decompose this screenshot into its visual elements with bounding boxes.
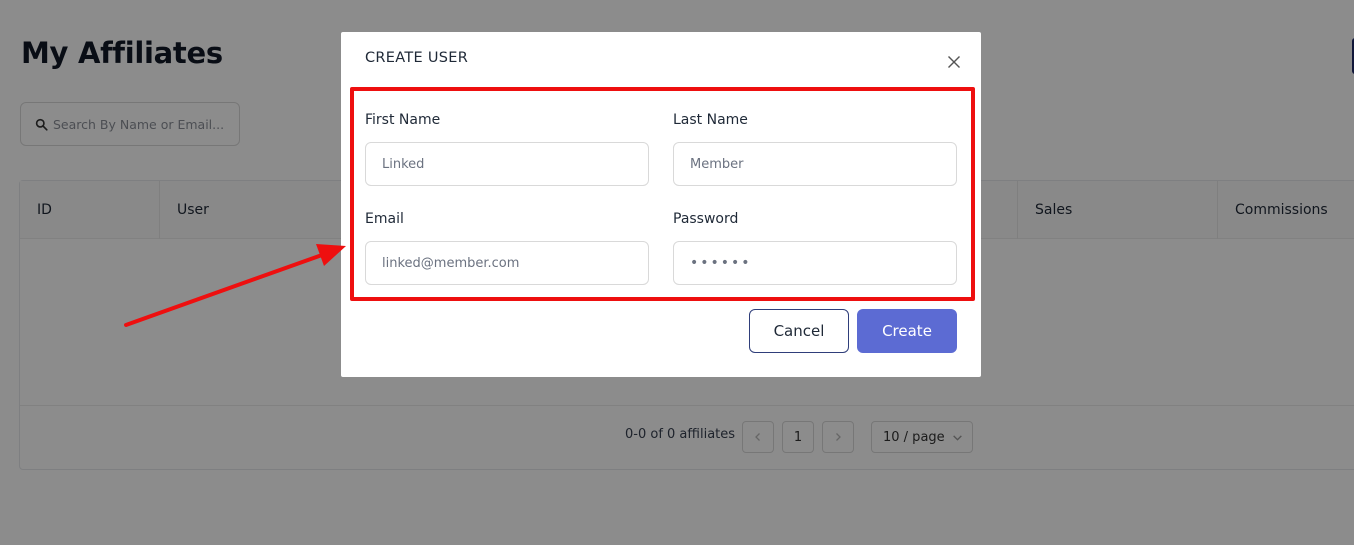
create-user-modal: CREATE USER First Name Last Name Email P… xyxy=(341,32,981,377)
close-icon xyxy=(948,56,960,68)
first-name-label: First Name xyxy=(365,112,441,128)
last-name-input[interactable] xyxy=(673,142,957,186)
create-button[interactable]: Create xyxy=(857,309,957,353)
email-input[interactable] xyxy=(365,241,649,285)
last-name-label: Last Name xyxy=(673,112,748,128)
close-button[interactable] xyxy=(941,49,967,75)
first-name-input[interactable] xyxy=(365,142,649,186)
cancel-button[interactable]: Cancel xyxy=(749,309,849,353)
email-label: Email xyxy=(365,211,404,227)
modal-title: CREATE USER xyxy=(365,50,469,66)
password-label: Password xyxy=(673,211,739,227)
password-input[interactable] xyxy=(673,241,957,285)
